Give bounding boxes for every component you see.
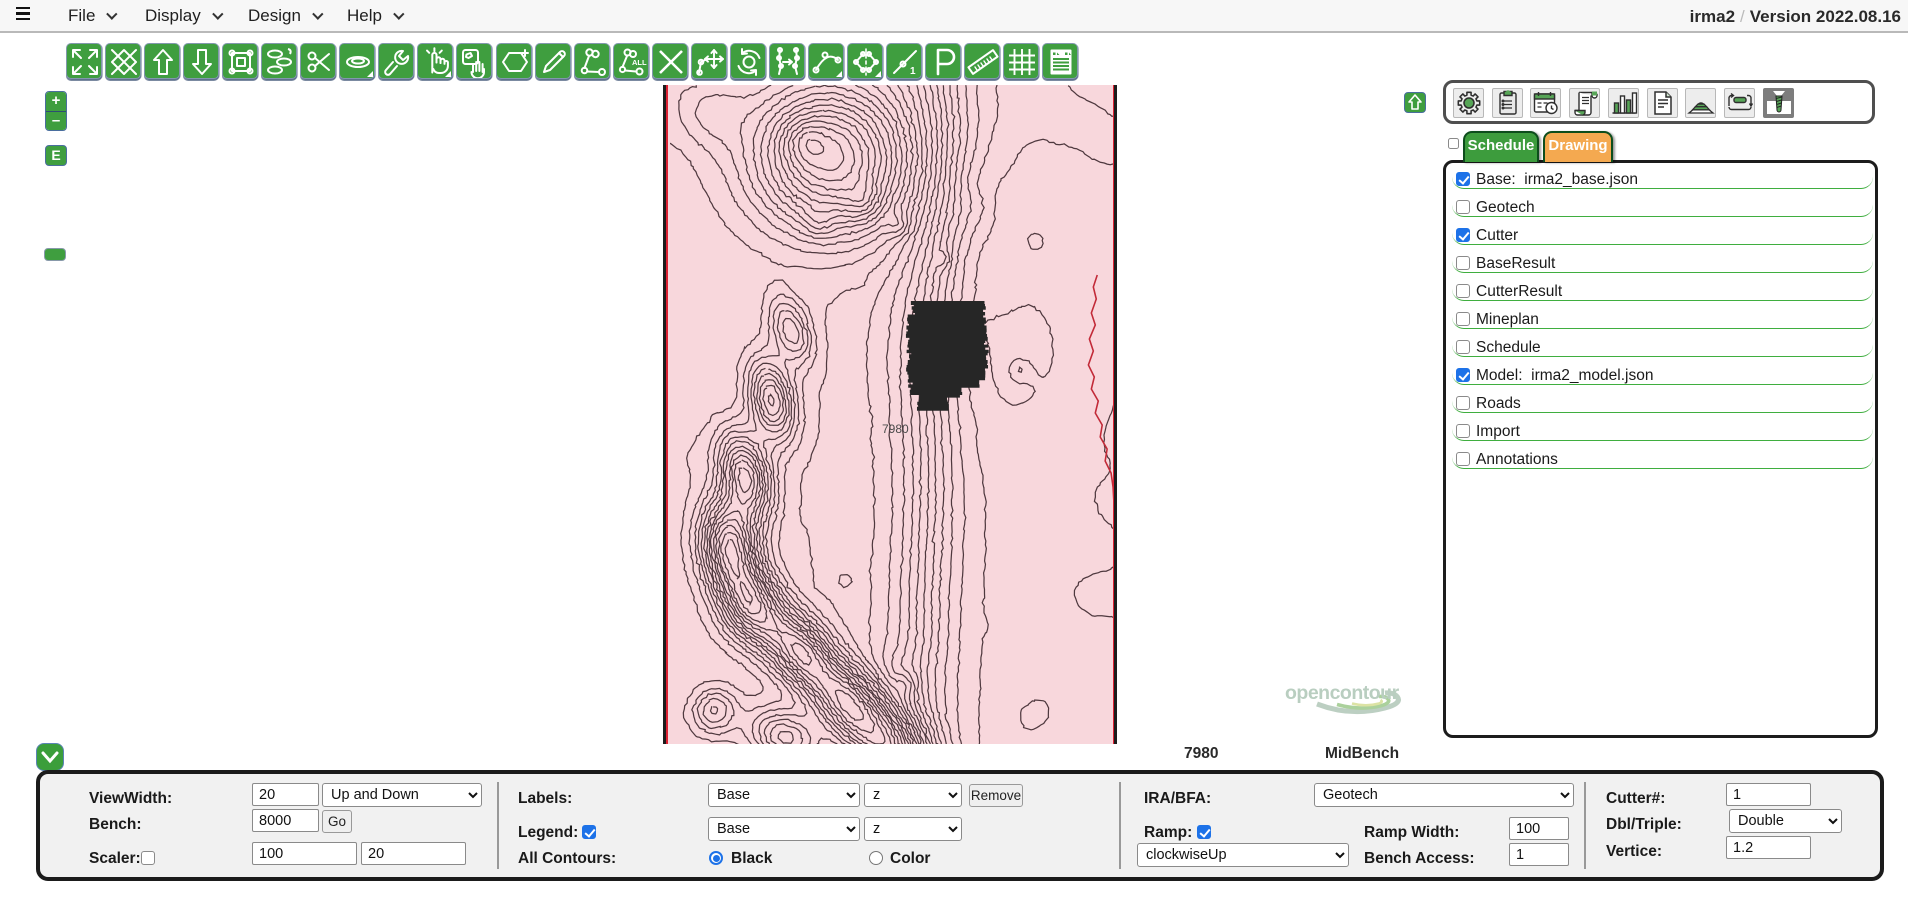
svg-text:opencontour: opencontour — [1285, 682, 1400, 704]
svg-text:ALL: ALL — [632, 58, 647, 67]
svg-text:1: 1 — [910, 66, 916, 77]
